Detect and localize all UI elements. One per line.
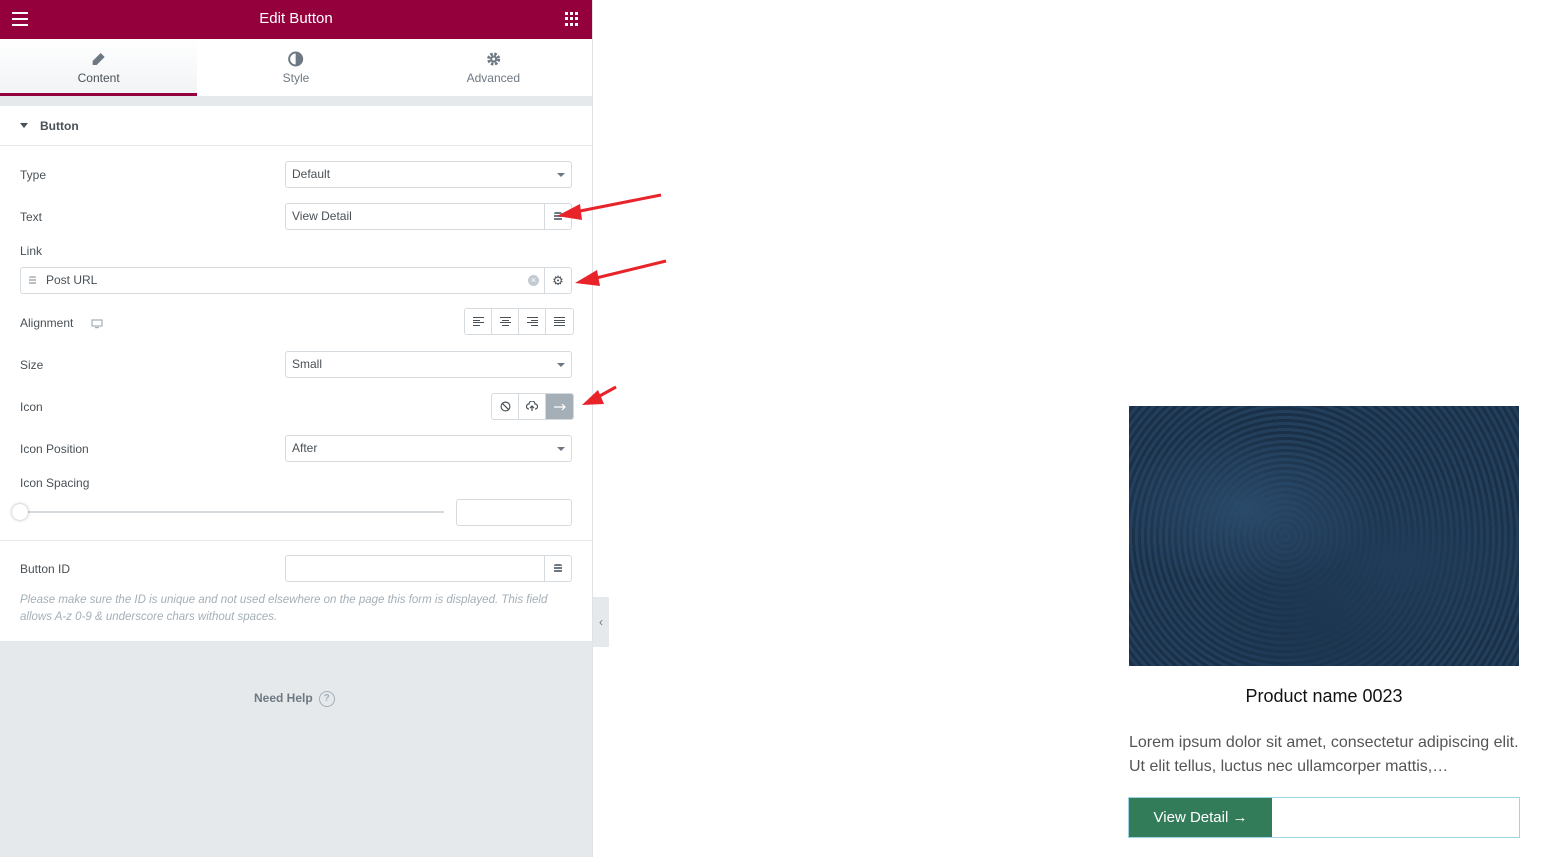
- tabs-separator: [0, 96, 592, 106]
- text-input[interactable]: View Detail: [285, 203, 572, 230]
- type-value: Default: [292, 167, 331, 181]
- widgets-grid-icon[interactable]: [565, 12, 579, 26]
- button-id-label: Button ID: [20, 562, 71, 576]
- tab-content-label: Content: [77, 71, 120, 85]
- align-left-button[interactable]: [465, 309, 492, 334]
- product-description: Lorem ipsum dolor sit amet, consectetur …: [1129, 734, 1519, 775]
- size-select[interactable]: Small: [285, 351, 572, 378]
- align-right-icon: [526, 317, 538, 326]
- chevron-down-icon: [557, 173, 565, 177]
- align-justify-button[interactable]: [546, 309, 573, 334]
- icon-label: Icon: [20, 400, 43, 414]
- chevron-down-icon: [557, 363, 565, 367]
- link-options-gear-icon[interactable]: ⚙: [544, 268, 571, 293]
- panel-tabs: Content Style Advanced: [0, 39, 592, 96]
- editor-panel: Edit Button Content Style Advanced Butto…: [0, 0, 593, 857]
- icon-arrow-button[interactable]: [546, 394, 573, 419]
- clear-icon[interactable]: ×: [528, 275, 539, 286]
- icon-spacing-label: Icon Spacing: [20, 476, 90, 490]
- alignment-label-text: Alignment: [20, 316, 74, 330]
- dynamic-tags-button[interactable]: [544, 204, 571, 229]
- contrast-icon: [288, 51, 304, 67]
- collapse-panel-chevron-left-icon[interactable]: ‹: [593, 597, 609, 647]
- divider: [0, 540, 592, 541]
- chevron-down-icon: [557, 447, 565, 451]
- panel-header: Edit Button: [0, 0, 592, 39]
- tab-advanced[interactable]: Advanced: [395, 39, 592, 96]
- size-label: Size: [20, 358, 44, 372]
- gear-icon: [486, 52, 500, 66]
- link-input[interactable]: Post URL × ⚙: [20, 267, 572, 294]
- icon-spacing-input[interactable]: [456, 499, 572, 526]
- tab-content[interactable]: Content: [0, 39, 198, 96]
- text-label: Text: [20, 210, 43, 224]
- help-icon: ?: [318, 691, 335, 707]
- panel-title: Edit Button: [259, 10, 333, 27]
- type-label: Type: [20, 168, 47, 182]
- product-title: Product name 0023: [1245, 686, 1403, 706]
- need-help-label: Need Help: [254, 691, 313, 706]
- desktop-icon[interactable]: [91, 319, 103, 329]
- database-icon: [554, 212, 562, 221]
- icon-position-select[interactable]: After: [285, 435, 572, 462]
- pencil-icon: [92, 53, 105, 65]
- text-value: View Detail: [292, 209, 352, 223]
- icon-none-button[interactable]: [492, 394, 519, 419]
- type-select[interactable]: Default: [285, 161, 572, 188]
- align-center-icon: [499, 317, 511, 326]
- align-center-button[interactable]: [492, 309, 519, 334]
- ban-icon: [500, 401, 510, 412]
- database-icon: [29, 276, 36, 285]
- upload-icon: [526, 401, 538, 411]
- tab-style-label: Style: [282, 71, 310, 85]
- button-id-note: Please make sure the ID is unique and no…: [20, 592, 580, 626]
- icon-choices: [491, 393, 574, 420]
- icon-spacing-slider-handle[interactable]: [12, 504, 28, 520]
- arrow-right-icon: [553, 403, 566, 410]
- view-detail-button[interactable]: View Detail →: [1129, 798, 1272, 837]
- tab-advanced-label: Advanced: [466, 71, 520, 85]
- align-right-button[interactable]: [519, 309, 546, 334]
- icon-spacing-slider-track[interactable]: [20, 511, 444, 513]
- icon-upload-button[interactable]: [519, 394, 546, 419]
- tab-style[interactable]: Style: [197, 39, 394, 96]
- icon-position-label: Icon Position: [20, 442, 89, 456]
- align-left-icon: [472, 317, 484, 326]
- button-section: Button Type Default Text View Detail Lin…: [0, 106, 592, 641]
- align-justify-icon: [554, 317, 565, 326]
- alignment-choices: [464, 308, 574, 335]
- caret-down-icon: [20, 123, 28, 128]
- note-line-2: allows A-z 0-9 & underscore chars withou…: [20, 611, 278, 623]
- link-label: Link: [20, 244, 43, 258]
- need-help-link[interactable]: Need Help?: [254, 691, 335, 707]
- database-icon: [554, 564, 562, 573]
- size-value: Small: [292, 357, 323, 371]
- section-title: Button: [40, 119, 79, 133]
- link-value: Post URL: [46, 273, 98, 287]
- button-id-input[interactable]: [285, 555, 572, 582]
- alignment-label: Alignment: [20, 316, 103, 330]
- note-line-1: Please make sure the ID is unique and no…: [20, 594, 548, 606]
- section-header[interactable]: Button: [0, 106, 592, 146]
- dynamic-tags-button[interactable]: [544, 556, 571, 581]
- icon-position-value: After: [292, 441, 318, 455]
- product-image: [1129, 406, 1519, 666]
